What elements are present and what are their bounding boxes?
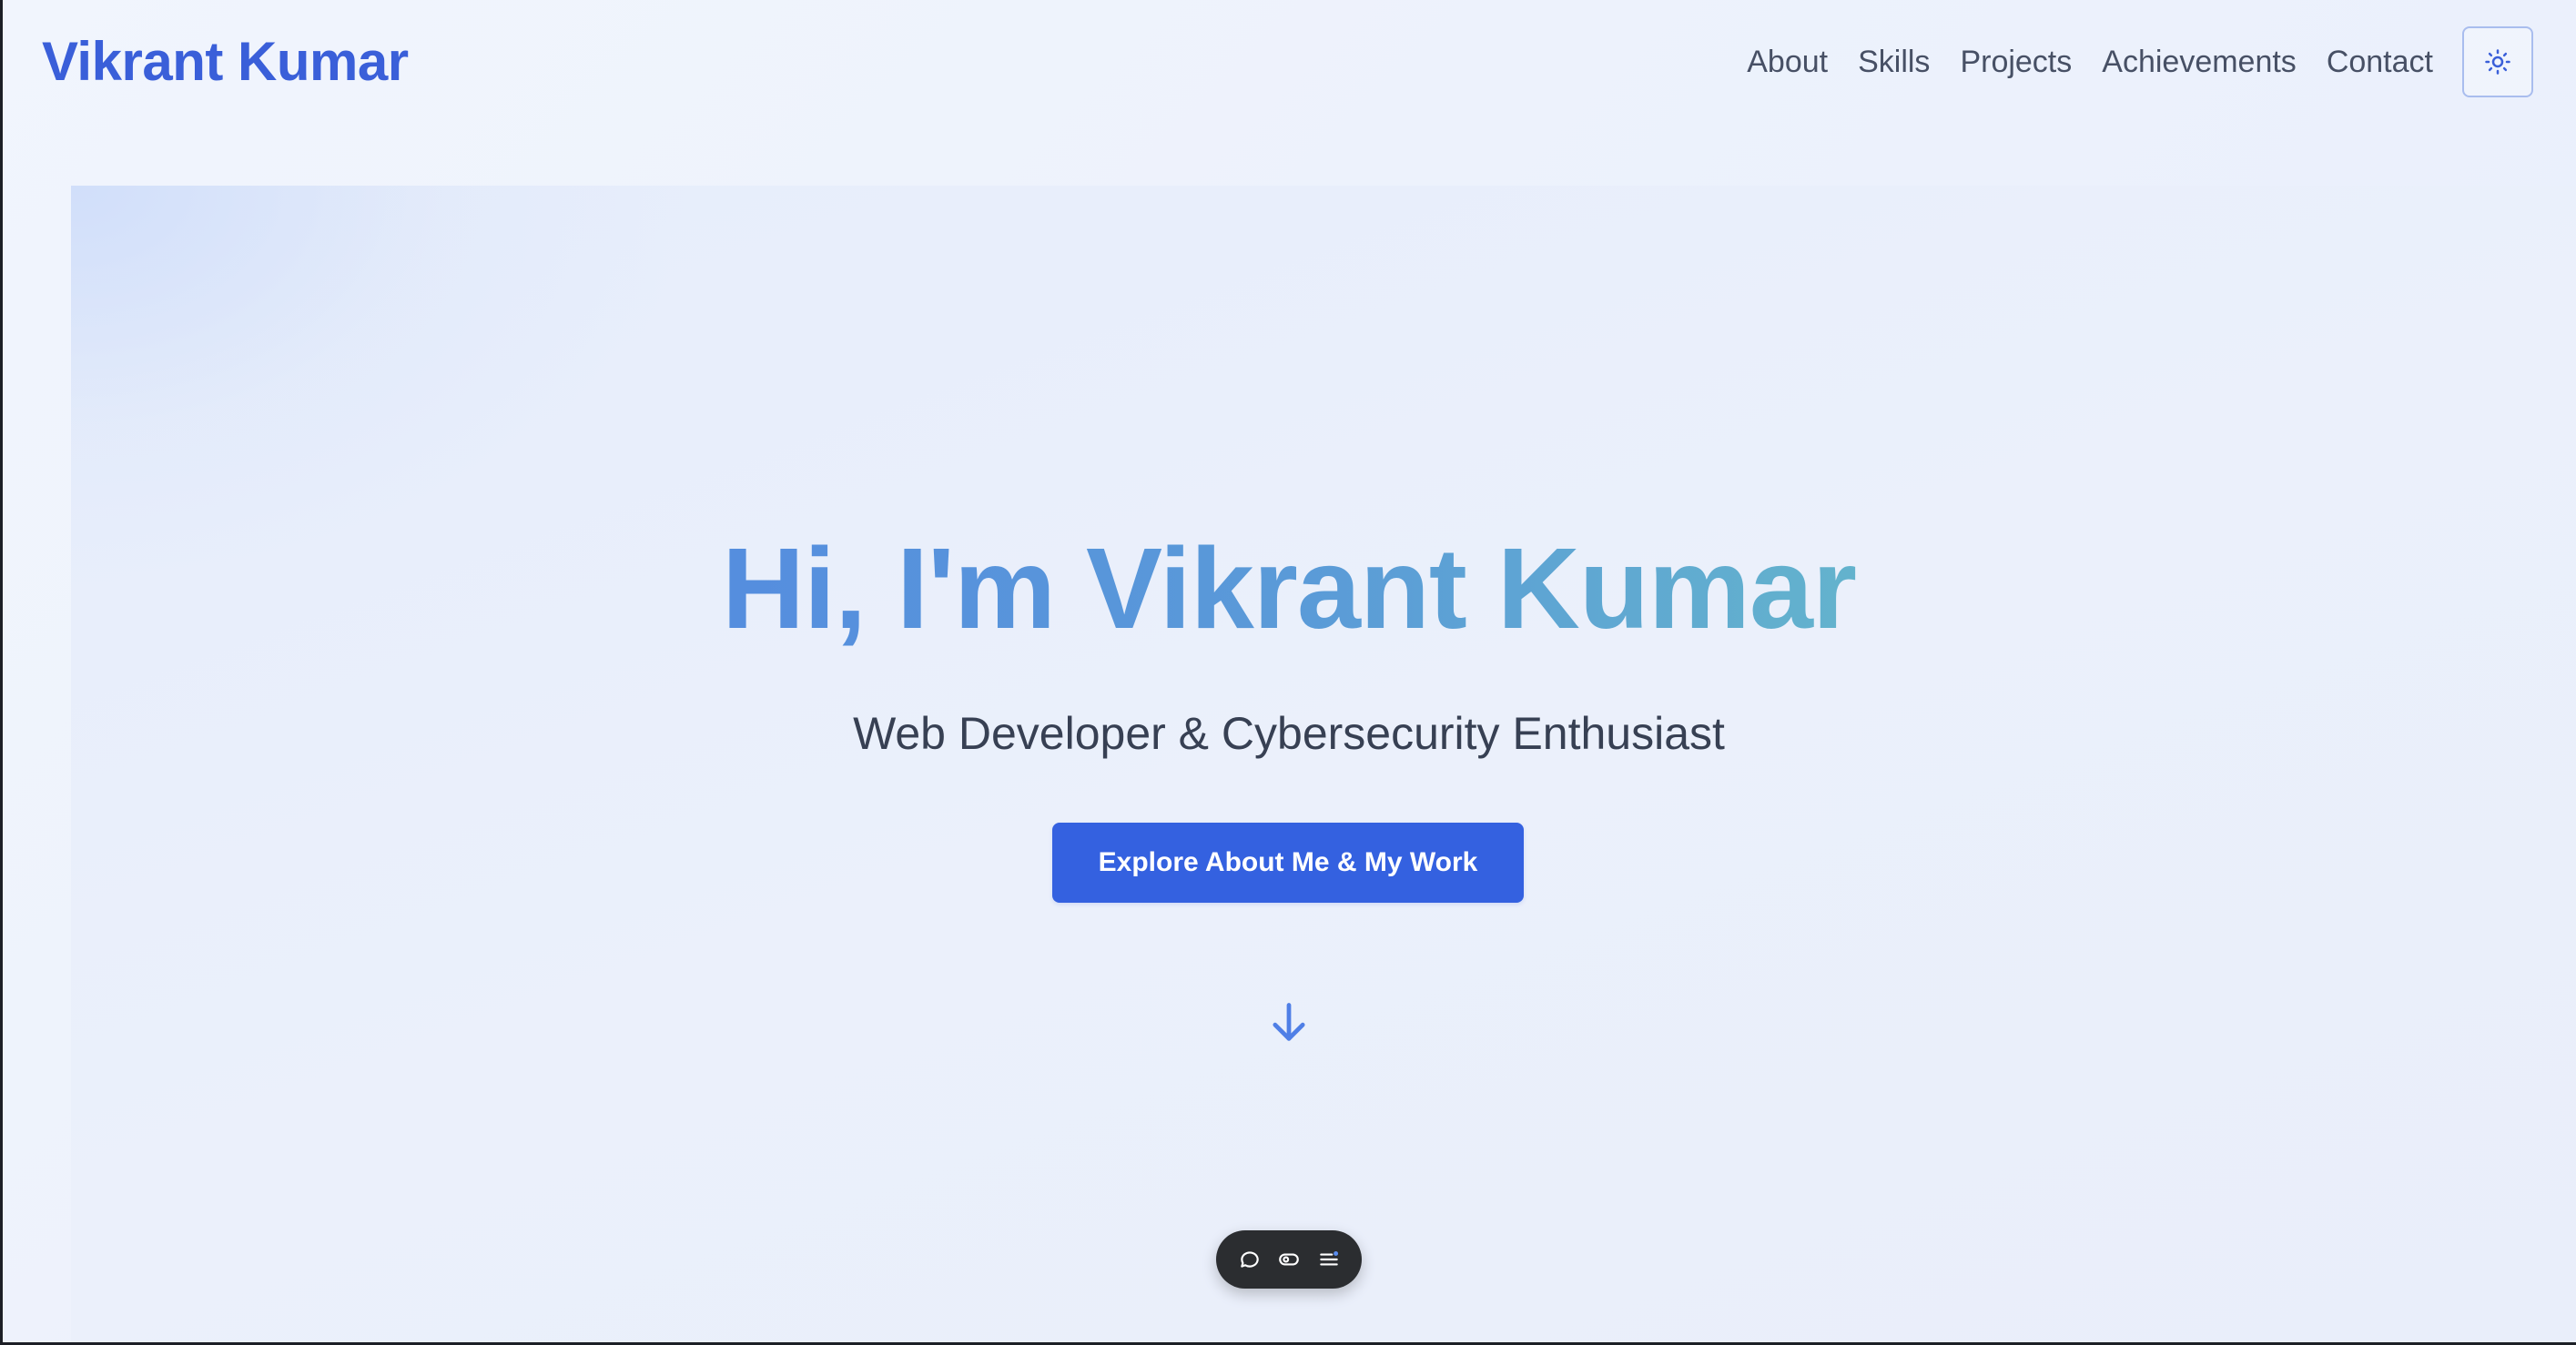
floating-toolbar — [1216, 1230, 1362, 1289]
brand-logo[interactable]: Vikrant Kumar — [42, 27, 409, 96]
comment-icon[interactable] — [1236, 1246, 1263, 1273]
arrow-down-icon[interactable] — [1265, 999, 1313, 1047]
hero-section: Hi, I'm Vikrant Kumar Web Developer & Cy… — [71, 186, 2576, 1345]
nav-link-achievements[interactable]: Achievements — [2102, 44, 2297, 80]
hero-subtitle: Web Developer & Cybersecurity Enthusiast — [853, 708, 1725, 759]
menu-icon[interactable] — [1315, 1246, 1343, 1273]
explore-button[interactable]: Explore About Me & My Work — [1052, 823, 1524, 903]
sun-icon — [2485, 49, 2510, 75]
nav-link-about[interactable]: About — [1747, 44, 1828, 80]
nav-link-projects[interactable]: Projects — [1960, 44, 2072, 80]
window-left-edge — [0, 0, 3, 1345]
main-nav: About Skills Projects Achievements Conta… — [1747, 0, 2576, 124]
site-header: Vikrant Kumar About Skills Projects Achi… — [0, 0, 2576, 124]
toggle-icon[interactable] — [1275, 1246, 1303, 1273]
nav-link-skills[interactable]: Skills — [1858, 44, 1930, 80]
theme-toggle-button[interactable] — [2462, 26, 2533, 97]
hero-title: Hi, I'm Vikrant Kumar — [71, 521, 2507, 657]
nav-link-contact[interactable]: Contact — [2327, 44, 2433, 80]
